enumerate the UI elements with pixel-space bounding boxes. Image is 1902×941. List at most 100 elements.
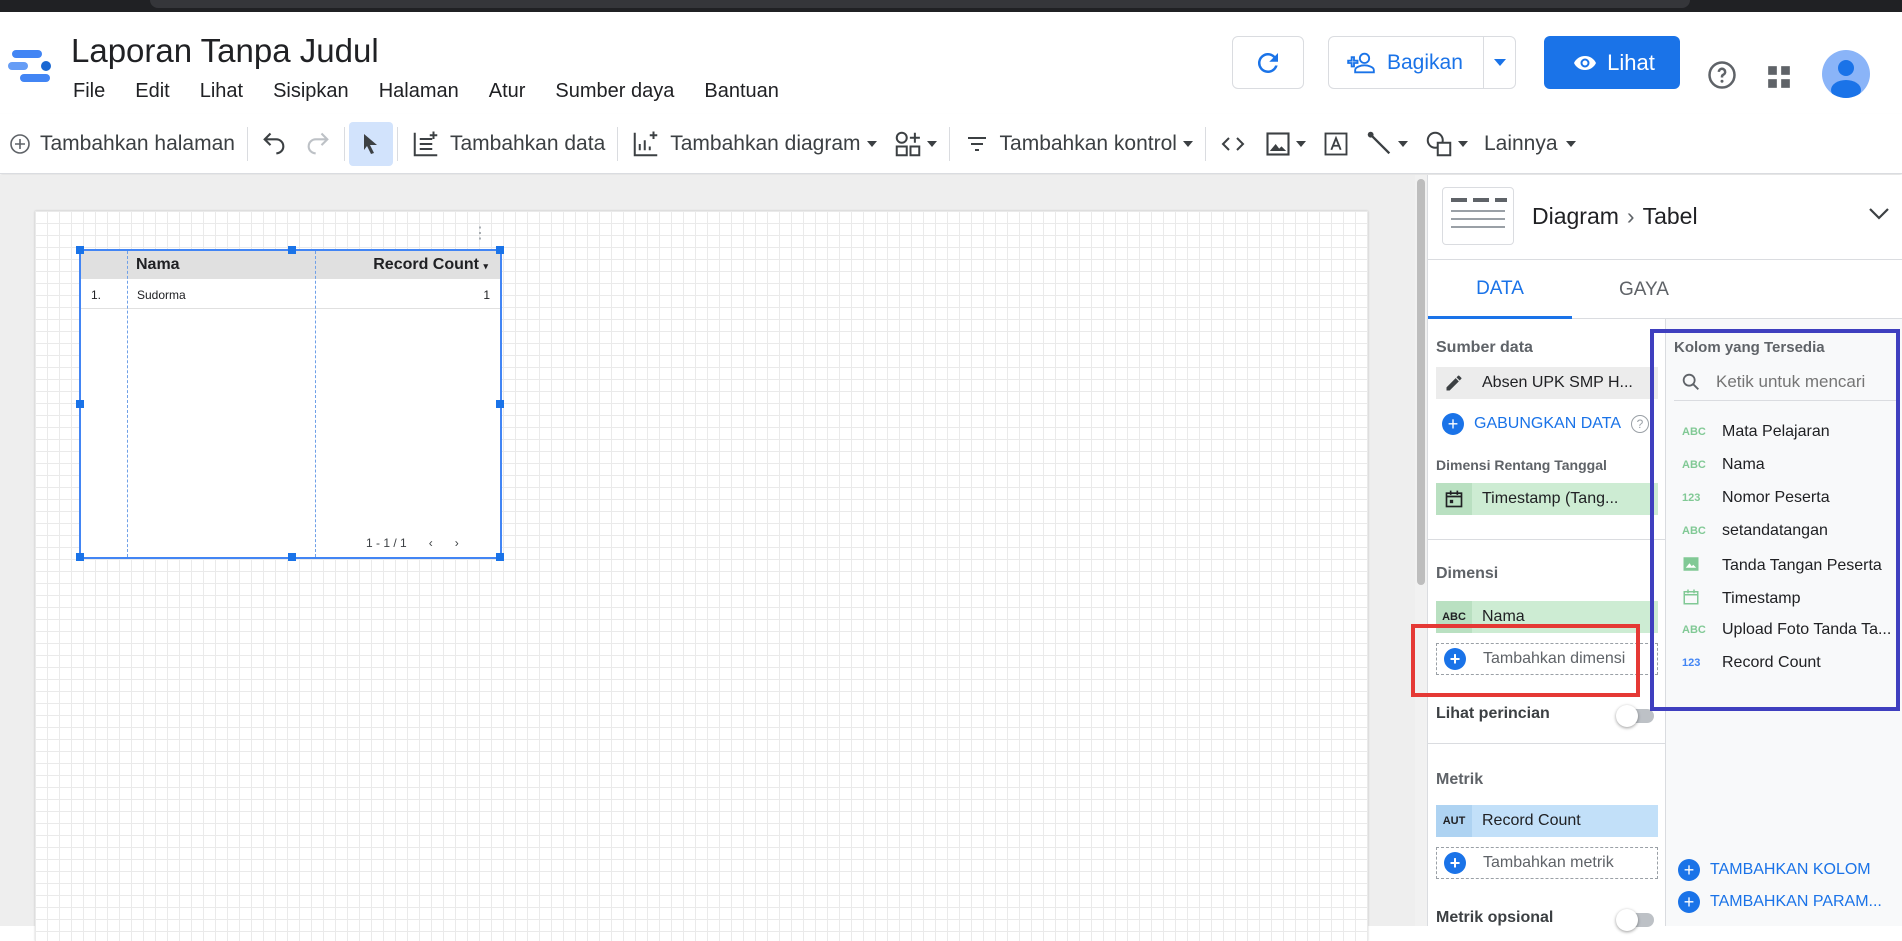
add-person-icon: [1347, 52, 1375, 73]
menu-file[interactable]: File: [73, 80, 105, 103]
add-metric-button[interactable]: + Tambahkan metrik: [1436, 847, 1658, 879]
breadcrumb-table: Tabel: [1642, 203, 1698, 229]
tab-data[interactable]: DATA: [1428, 261, 1572, 319]
add-parameter-link[interactable]: + TAMBAHKAN PARAM...: [1678, 891, 1882, 913]
caret-down-icon: [1295, 140, 1306, 147]
menu-page[interactable]: Halaman: [379, 80, 459, 103]
kebab-menu-icon[interactable]: ⋮: [472, 226, 488, 242]
caret-down-icon: [1493, 58, 1506, 66]
sort-caret-icon: ▾: [483, 261, 488, 271]
resize-handle[interactable]: [288, 246, 296, 254]
column-divider: [315, 251, 316, 557]
refresh-icon: [1257, 52, 1278, 73]
data-source-chip[interactable]: Absen UPK SMP H...: [1436, 367, 1658, 399]
menu-arrange[interactable]: Atur: [489, 80, 526, 103]
select-tool-button[interactable]: [348, 121, 393, 166]
plus-icon: +: [1442, 413, 1464, 435]
add-field-link[interactable]: + TAMBAHKAN KOLOM: [1678, 859, 1871, 881]
column-header-record-count[interactable]: Record Count ▾: [373, 256, 488, 274]
pagination-text: 1 - 1 / 1: [366, 536, 407, 550]
pencil-icon[interactable]: [1436, 367, 1472, 399]
undo-button[interactable]: [252, 122, 296, 166]
apps-grid-icon[interactable]: [1766, 64, 1792, 90]
redo-button[interactable]: [296, 122, 340, 166]
panel-tabs: DATA GAYA: [1428, 261, 1902, 319]
line-button[interactable]: [1358, 122, 1416, 166]
caret-down-icon: [866, 140, 877, 147]
share-dropdown[interactable]: [1483, 37, 1515, 88]
resize-handle[interactable]: [76, 400, 84, 408]
optional-metric-toggle[interactable]: [1616, 909, 1654, 931]
address-bar[interactable]: [150, 0, 1690, 8]
scrollbar-thumb[interactable]: [1417, 179, 1425, 585]
image-icon: [1266, 131, 1290, 156]
report-canvas-area: ⋮ Nama Record Count ▾ 1. Sudorma 1 1 - 1…: [0, 175, 1418, 941]
menu-insert[interactable]: Sisipkan: [273, 80, 349, 103]
undo-icon: [263, 132, 285, 154]
resize-handle[interactable]: [76, 246, 84, 254]
cursor-arrow-icon: [363, 133, 377, 154]
eye-icon: [1574, 55, 1597, 70]
menu-view[interactable]: Lihat: [200, 80, 243, 103]
embed-url-button[interactable]: [1210, 122, 1256, 166]
caret-down-icon: [1397, 140, 1408, 147]
metric-aggregation-type[interactable]: AUT: [1436, 805, 1472, 837]
add-chart-button[interactable]: Tambahkan diagram: [622, 122, 884, 166]
refresh-button[interactable]: [1232, 36, 1304, 89]
toolbar-divider: [246, 126, 248, 161]
column-header-nama[interactable]: Nama: [136, 256, 180, 274]
calendar-icon: [1436, 483, 1472, 515]
table-chart[interactable]: Nama Record Count ▾ 1. Sudorma 1 1 - 1 /…: [76, 246, 504, 561]
user-icon: [1831, 60, 1861, 98]
metric-chip[interactable]: AUT Record Count: [1436, 805, 1658, 837]
next-page-icon[interactable]: ›: [455, 536, 459, 550]
caret-down-icon: [1182, 140, 1193, 147]
prev-page-icon[interactable]: ‹: [429, 536, 433, 550]
shape-button[interactable]: [1416, 122, 1476, 166]
tab-style[interactable]: GAYA: [1572, 261, 1716, 319]
breadcrumb: Diagram › Tabel: [1532, 203, 1698, 230]
menu-resources[interactable]: Sumber daya: [555, 80, 674, 103]
text-box-button[interactable]: [1314, 122, 1358, 166]
view-label: Lihat: [1607, 49, 1655, 75]
more-button[interactable]: Lainnya: [1476, 122, 1584, 166]
row-index: 1.: [91, 288, 102, 302]
resize-handle[interactable]: [76, 553, 84, 561]
table-chart-thumbnail-icon[interactable]: [1442, 187, 1514, 245]
add-page-label: Tambahkan halaman: [40, 131, 235, 155]
help-icon[interactable]: ?: [1630, 415, 1649, 433]
filter-icon: [967, 136, 986, 151]
canvas-scrollbar[interactable]: [1415, 175, 1427, 926]
community-visualization-button[interactable]: [885, 122, 945, 166]
add-page-button[interactable]: Tambahkan halaman: [0, 122, 243, 166]
add-control-button[interactable]: Tambahkan kontrol: [954, 122, 1201, 166]
share-label: Bagikan: [1387, 50, 1463, 74]
add-parameter-label: TAMBAHKAN PARAM...: [1710, 893, 1882, 910]
resize-handle[interactable]: [496, 246, 504, 254]
menu-bar: File Edit Lihat Sisipkan Halaman Atur Su…: [73, 80, 809, 103]
breadcrumb-chart[interactable]: Diagram: [1532, 203, 1619, 230]
avatar[interactable]: [1822, 50, 1870, 98]
add-data-button[interactable]: Tambahkan data: [402, 122, 613, 166]
more-label: Lainnya: [1483, 131, 1558, 155]
blend-data-link[interactable]: + GABUNGKAN DATA ?: [1442, 413, 1649, 435]
report-title[interactable]: Laporan Tanpa Judul: [71, 32, 379, 70]
dimension-heading: Dimensi: [1436, 565, 1499, 582]
resize-handle[interactable]: [496, 400, 504, 408]
menu-help[interactable]: Bantuan: [704, 80, 779, 103]
view-button[interactable]: Lihat: [1544, 36, 1680, 89]
optional-metric-label: Metrik opsional: [1436, 909, 1554, 926]
help-icon[interactable]: [1707, 60, 1737, 90]
chevron-down-icon[interactable]: [1868, 207, 1890, 221]
add-data-icon: [413, 131, 438, 156]
drill-down-toggle[interactable]: [1616, 705, 1654, 727]
resize-handle[interactable]: [288, 553, 296, 561]
share-button[interactable]: Bagikan: [1328, 36, 1516, 89]
date-range-chip[interactable]: Timestamp (Tang...: [1436, 483, 1658, 515]
section-divider: [1428, 539, 1666, 540]
report-page[interactable]: ⋮ Nama Record Count ▾ 1. Sudorma 1 1 - 1…: [35, 211, 1368, 941]
image-button[interactable]: [1256, 122, 1314, 166]
caret-down-icon: [1565, 140, 1576, 147]
menu-edit[interactable]: Edit: [135, 80, 169, 103]
resize-handle[interactable]: [496, 553, 504, 561]
